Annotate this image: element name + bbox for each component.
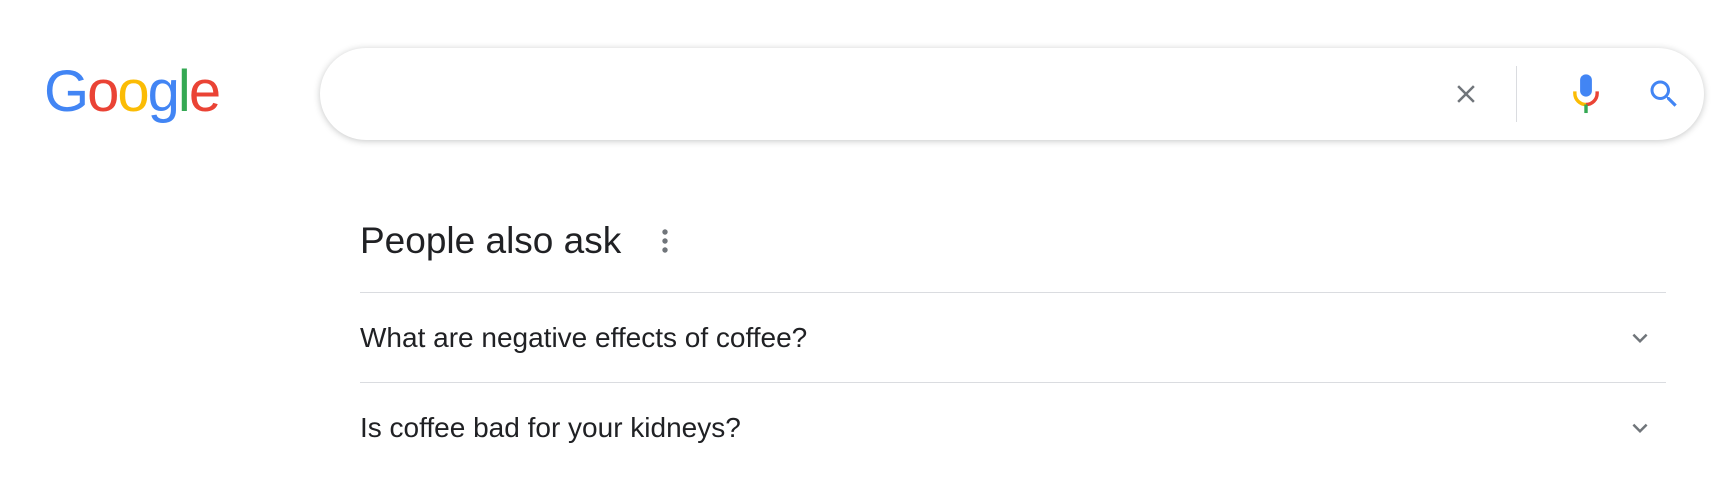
chevron-down-icon [1620,408,1660,448]
logo-letter-e: e [188,59,221,124]
logo-letter-o1: o [87,59,119,124]
google-logo[interactable]: Google [44,56,221,128]
microphone-icon [1573,74,1599,114]
search-input[interactable] [350,68,1454,122]
search-icon [1650,80,1677,107]
chevron-down-icon [1620,318,1660,358]
question-text: What are negative effects of coffee? [360,321,808,353]
questions-list: What are negative effects of coffee? Is … [360,292,1666,472]
search-button[interactable] [1638,68,1690,120]
more-options-button[interactable] [653,221,677,261]
question-item[interactable]: What are negative effects of coffee? [360,292,1666,382]
logo-letter-g2: g [147,59,180,124]
people-also-ask-section: People also ask What are negative effect… [360,212,1666,472]
search-bar-divider [1516,66,1517,122]
question-item[interactable]: Is coffee bad for your kidneys? [360,382,1666,472]
logo-letter-l: l [177,59,191,124]
people-also-ask-title: People also ask [360,220,622,261]
voice-search-button[interactable] [1560,68,1612,120]
clear-search-button[interactable] [1440,68,1492,120]
people-also-ask-header: People also ask [360,212,1666,270]
close-icon [1457,85,1475,103]
more-vert-icon [662,229,668,253]
search-bar [320,48,1704,140]
question-text: Is coffee bad for your kidneys? [360,411,741,443]
logo-letter-o2: o [117,59,149,124]
logo-letter-g: G [44,59,89,124]
